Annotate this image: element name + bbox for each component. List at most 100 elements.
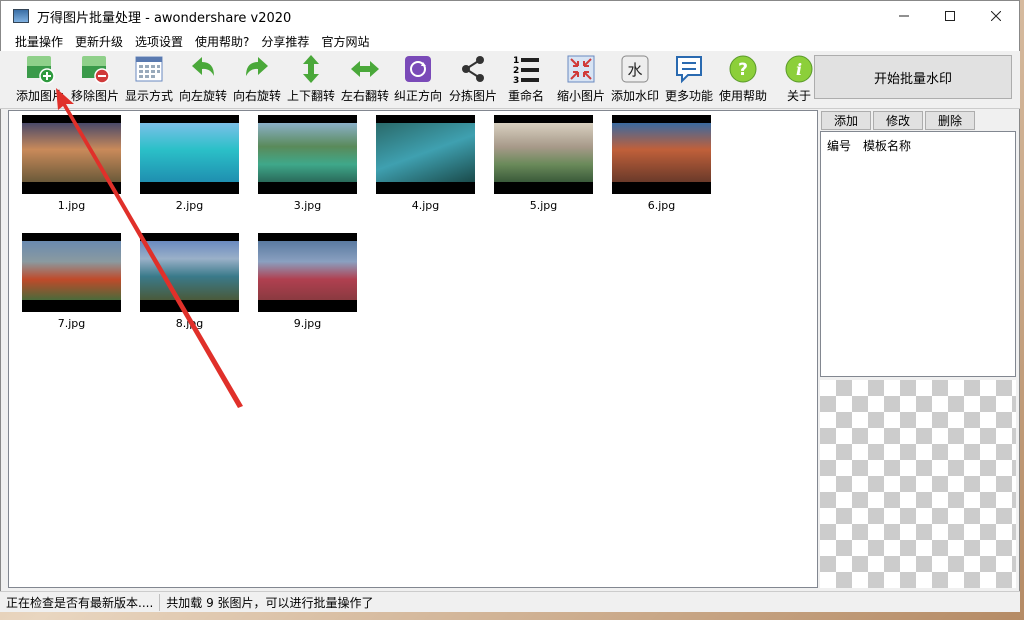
image-preview [140, 115, 239, 194]
more-features-button[interactable]: 更多功能 [665, 53, 713, 107]
sort-images-icon [457, 53, 489, 85]
app-icon [13, 9, 29, 23]
image-filename: 6.jpg [647, 199, 676, 212]
flip-horizontal-button[interactable]: 左右翻转 [341, 53, 389, 107]
minimize-button[interactable] [881, 1, 927, 31]
add-template-button[interactable]: 添加 [821, 111, 872, 130]
shrink-image-icon [565, 53, 597, 85]
about-label: 关于 [786, 89, 811, 103]
correct-orientation-icon [402, 53, 434, 85]
image-thumb-1[interactable]: 1.jpg [22, 115, 121, 212]
about-icon: i [783, 53, 815, 85]
more-features-label: 更多功能 [665, 89, 714, 103]
start-batch-watermark-button[interactable]: 开始批量水印 [814, 55, 1012, 99]
image-filename: 7.jpg [57, 317, 86, 330]
rotate-left-label: 向左旋转 [179, 89, 228, 103]
watermark-icon: 水 [619, 53, 651, 85]
edit-template-button[interactable]: 修改 [873, 111, 924, 130]
image-filename: 3.jpg [293, 199, 322, 212]
image-thumb-3[interactable]: 3.jpg [258, 115, 357, 212]
image-preview [494, 115, 593, 194]
flip-horizontal-label: 左右翻转 [341, 89, 390, 103]
remove-image-label: 移除图片 [71, 89, 120, 103]
flip-vertical-button[interactable]: 上下翻转 [287, 53, 335, 107]
menu-update[interactable]: 更新升级 [69, 33, 129, 50]
title-bar: 万得图片批量处理 - awondershare v2020 [1, 1, 1019, 31]
correct-orientation-label: 纠正方向 [394, 89, 443, 103]
view-mode-icon [133, 53, 165, 85]
column-template-name[interactable]: 模板名称 [863, 137, 911, 154]
view-mode-button[interactable]: 显示方式 [125, 53, 173, 107]
rename-num-3: 3 [513, 76, 519, 84]
flip-horizontal-icon [349, 53, 381, 85]
flip-vertical-icon [295, 53, 327, 85]
watermark-icon-text: 水 [627, 61, 642, 79]
watermark-label: 添加水印 [611, 89, 660, 103]
help-icon-text: ? [738, 60, 748, 80]
flip-vertical-label: 上下翻转 [287, 89, 336, 103]
rename-label: 重命名 [508, 89, 545, 103]
menu-help[interactable]: 使用帮助? [189, 33, 255, 50]
rotate-left-button[interactable]: 向左旋转 [179, 53, 227, 107]
shrink-image-button[interactable]: 缩小图片 [557, 53, 605, 107]
shrink-image-label: 缩小图片 [557, 89, 606, 103]
correct-orientation-button[interactable]: 纠正方向 [394, 53, 442, 107]
add-image-button[interactable]: 添加图片 [16, 53, 64, 107]
menu-bar: 批量操作 更新升级 选项设置 使用帮助? 分享推荐 官方网站 [1, 31, 1019, 52]
close-icon [991, 11, 1001, 21]
column-number[interactable]: 编号 [827, 137, 851, 154]
help-label: 使用帮助 [719, 89, 768, 103]
image-preview [258, 233, 357, 312]
add-image-icon [24, 53, 56, 85]
close-button[interactable] [973, 1, 1019, 31]
image-preview [258, 115, 357, 194]
image-preview [22, 115, 121, 194]
view-mode-label: 显示方式 [125, 89, 174, 103]
status-bar: 正在检查是否有最新版本.... 共加载 9 张图片，可以进行批量操作了 [0, 591, 1020, 612]
image-preview [140, 233, 239, 312]
help-button[interactable]: ? 使用帮助 [719, 53, 767, 107]
image-thumb-5[interactable]: 5.jpg [494, 115, 593, 212]
sort-images-button[interactable]: 分拣图片 [449, 53, 497, 107]
rename-button[interactable]: 123 重命名 [508, 53, 544, 107]
rename-num-2: 2 [513, 66, 519, 76]
image-preview [612, 115, 711, 194]
image-thumb-9[interactable]: 9.jpg [258, 233, 357, 330]
image-filename: 9.jpg [293, 317, 322, 330]
image-thumb-2[interactable]: 2.jpg [140, 115, 239, 212]
rename-num-1: 1 [513, 56, 519, 66]
image-filename: 4.jpg [411, 199, 440, 212]
rotate-right-icon [241, 53, 273, 85]
image-thumb-6[interactable]: 6.jpg [612, 115, 711, 212]
minimize-icon [899, 15, 909, 17]
image-filename: 1.jpg [57, 199, 86, 212]
remove-image-button[interactable]: 移除图片 [71, 53, 119, 107]
rotate-right-label: 向右旋转 [233, 89, 282, 103]
image-preview [22, 233, 121, 312]
window-title: 万得图片批量处理 - awondershare v2020 [37, 10, 292, 26]
image-preview [376, 115, 475, 194]
image-thumb-8[interactable]: 8.jpg [140, 233, 239, 330]
menu-share[interactable]: 分享推荐 [255, 33, 315, 50]
more-features-icon [673, 53, 705, 85]
template-list[interactable]: 编号 模板名称 [820, 131, 1016, 377]
image-filename: 2.jpg [175, 199, 204, 212]
watermark-button[interactable]: 水 添加水印 [611, 53, 659, 107]
maximize-button[interactable] [927, 1, 973, 31]
menu-batch-ops[interactable]: 批量操作 [9, 33, 69, 50]
rotate-right-button[interactable]: 向右旋转 [233, 53, 281, 107]
image-gallery[interactable]: 1.jpg 2.jpg 3.jpg 4.jpg 5.jpg 6.jpg 7.jp… [8, 110, 818, 588]
maximize-icon [945, 11, 955, 21]
delete-template-button[interactable]: 删除 [925, 111, 976, 130]
add-image-label: 添加图片 [16, 89, 65, 103]
image-thumb-4[interactable]: 4.jpg [376, 115, 475, 212]
menu-website[interactable]: 官方网站 [315, 33, 375, 50]
template-tabs: 添加 修改 删除 [821, 111, 976, 130]
template-list-header: 编号 模板名称 [821, 132, 1015, 159]
image-thumb-7[interactable]: 7.jpg [22, 233, 121, 330]
rename-icon: 123 [510, 53, 542, 85]
menu-options[interactable]: 选项设置 [129, 33, 189, 50]
about-button[interactable]: i 关于 [783, 53, 815, 107]
status-loaded-count: 共加载 9 张图片，可以进行批量操作了 [166, 595, 374, 610]
rotate-left-icon [187, 53, 219, 85]
